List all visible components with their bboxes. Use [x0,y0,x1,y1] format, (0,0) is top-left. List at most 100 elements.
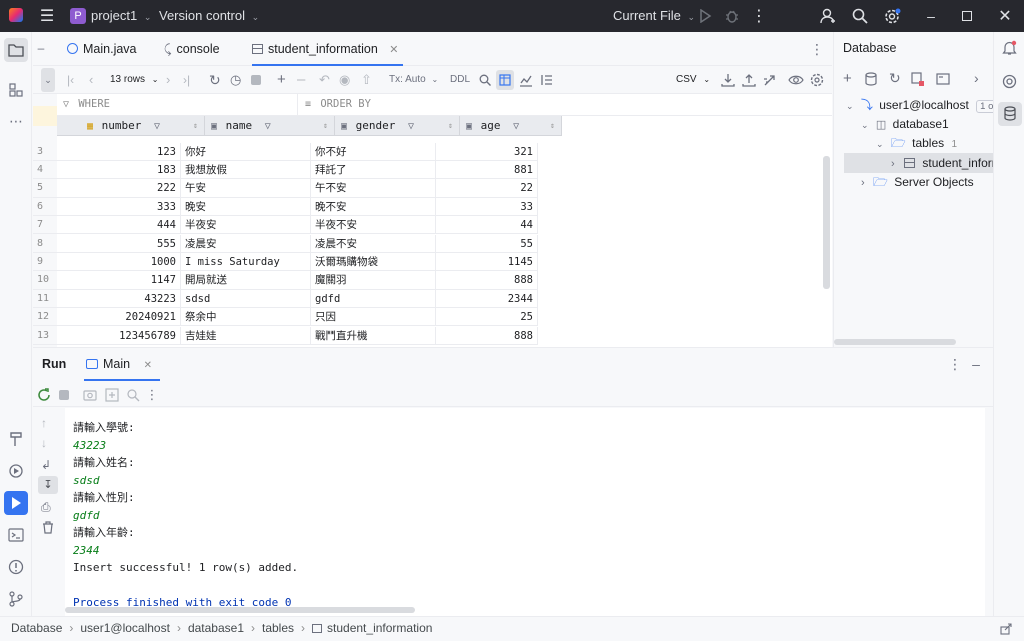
hide-panel-icon[interactable]: – [969,355,983,373]
history-icon[interactable]: ◷ [230,71,241,89]
toolbar-dropdown-toggle[interactable]: ⌄ [41,68,55,92]
cell-number[interactable]: 333 [57,197,181,217]
row-number[interactable]: 3 [33,142,57,161]
cell-gender[interactable]: 凌晨不安 [311,234,436,253]
table-row[interactable]: 1147 開局就送 魔關羽 888 [57,271,562,290]
cell-age[interactable]: 44 [436,216,538,235]
cell-number[interactable]: 183 [57,160,181,180]
view-icon[interactable]: ◉ [339,71,350,89]
row-number[interactable]: 13 [33,326,57,345]
ddl-button[interactable]: DDL [450,71,470,89]
export-format-selector[interactable]: CSV ⌄ [676,71,710,89]
transpose-icon[interactable] [540,73,554,87]
console-h-scrollbar[interactable] [65,607,415,613]
cell-name[interactable]: 吉娃娃 [181,326,311,345]
cell-age[interactable]: 881 [436,160,538,180]
cell-number[interactable]: 123 [57,142,181,161]
cell-gender[interactable]: 沃爾瑪購物袋 [311,252,436,272]
services-icon[interactable] [4,459,28,483]
soft-wrap-icon[interactable]: ↲ [41,458,51,472]
tab-run-main[interactable]: Main ✕ [84,348,160,381]
rerun-icon[interactable] [37,388,51,402]
tree-item-student-information[interactable]: › student_inform [844,153,994,173]
run-icon[interactable] [698,9,712,23]
grid-view-icon[interactable] [496,70,514,90]
ai-assistant-icon[interactable] [1002,74,1017,89]
revert-icon[interactable]: ↶ [319,71,330,89]
cell-name[interactable]: 晚安 [181,197,311,217]
console-output[interactable]: 請輸入學號: 43223 請輸入姓名: sdsd 請輸入性別: gdfd 請輸入年齡: 234… [65,408,985,616]
tab-console[interactable]: ⤹ console [164,32,220,66]
cell-age[interactable]: 888 [436,271,538,290]
breadcrumb-item[interactable]: tables [262,621,294,635]
cell-number[interactable]: 222 [57,179,181,198]
row-number[interactable]: 8 [33,234,57,253]
collapse-icon[interactable]: – [35,41,47,55]
refresh-icon[interactable]: ↻ [889,70,901,87]
table-row[interactable]: 1000 I miss Saturday 沃爾瑪購物袋 1145 [57,252,562,272]
main-menu-icon[interactable]: ☰ [38,8,56,25]
scroll-up-icon[interactable]: ↑ [41,416,47,430]
transaction-mode-selector[interactable]: Tx: Auto ⌄ [389,71,438,89]
close-window-icon[interactable]: ✕ [998,7,1012,25]
row-number[interactable]: 4 [33,160,57,180]
next-page-icon[interactable]: › [166,71,170,89]
cell-gender[interactable]: 你不好 [311,142,436,161]
delete-row-icon[interactable]: – [297,71,305,89]
close-tab-icon[interactable]: ✕ [144,360,152,371]
add-icon[interactable]: + [843,70,852,87]
cell-gender[interactable]: 晚不安 [311,197,436,217]
column-header-number[interactable]: ▦ number ▽ ⇕ [81,116,205,136]
search-icon[interactable] [479,74,491,86]
cell-number[interactable]: 555 [57,234,181,253]
breadcrumb-item[interactable]: user1@localhost [80,621,170,635]
table-row[interactable]: 20240921 祭余中 只因 25 [57,308,562,327]
close-tab-icon[interactable]: ✕ [389,44,398,56]
tree-item-tables[interactable]: ⌄ 🗁 tables 1 [876,134,957,153]
table-row[interactable]: 183 我想放假 拜託了 881 [57,160,562,180]
cell-number[interactable]: 1147 [57,271,181,290]
table-row[interactable]: 555 凌晨安 凌晨不安 55 [57,234,562,253]
settings-icon[interactable] [810,73,824,87]
cell-gender[interactable]: gdfd [311,289,436,309]
view-eye-icon[interactable] [788,73,804,87]
more-icon[interactable]: ⋮ [146,386,159,404]
project-badge[interactable]: P [70,8,86,24]
cell-gender[interactable]: 拜託了 [311,160,436,180]
order-by-filter[interactable]: ≡ ORDER BY [305,98,535,112]
console-icon[interactable] [936,73,950,85]
table-row[interactable]: 222 午安 午不安 22 [57,179,562,198]
cell-number[interactable]: 43223 [57,289,181,309]
cell-age[interactable]: 888 [436,326,538,345]
last-page-icon[interactable]: ›| [183,71,190,89]
stop-icon[interactable] [251,71,261,89]
cell-number[interactable]: 20240921 [57,308,181,327]
project-folder-icon[interactable] [4,38,28,62]
add-row-icon[interactable]: + [277,71,286,89]
column-header-name[interactable]: ▣ name ▽ ⇕ [205,116,335,136]
db-horizontal-scrollbar[interactable] [834,339,956,345]
cell-name[interactable]: 半夜安 [181,216,311,235]
table-row[interactable]: 444 半夜安 半夜不安 44 [57,216,562,235]
cell-number[interactable]: 123456789 [57,326,181,345]
settings-gear-icon[interactable] [884,8,901,25]
tree-item-server-objects[interactable]: › 🗁 Server Objects [861,173,974,192]
data-source-icon[interactable] [865,72,878,86]
cell-name[interactable]: 開局就送 [181,271,311,290]
cell-name[interactable]: 你好 [181,142,311,161]
column-header-age[interactable]: ▣ age ▽ ⇕ [460,116,562,136]
structure-icon[interactable] [4,78,28,102]
compare-icon[interactable] [763,73,777,87]
run-tool-icon[interactable] [4,491,28,515]
readonly-toggle-icon[interactable] [1000,623,1012,635]
cell-gender[interactable]: 只因 [311,308,436,327]
cell-gender[interactable]: 半夜不安 [311,216,436,235]
table-row[interactable]: 333 晚安 晚不安 33 [57,197,562,217]
screenshot-icon[interactable] [83,388,97,402]
search-icon[interactable] [852,8,868,24]
disconnect-icon[interactable] [911,72,924,86]
chart-view-icon[interactable] [519,73,533,87]
table-row[interactable]: 43223 sdsd gdfd 2344 [57,289,562,309]
refresh-icon[interactable]: ↻ [209,71,221,89]
cell-name[interactable]: sdsd [181,289,311,309]
